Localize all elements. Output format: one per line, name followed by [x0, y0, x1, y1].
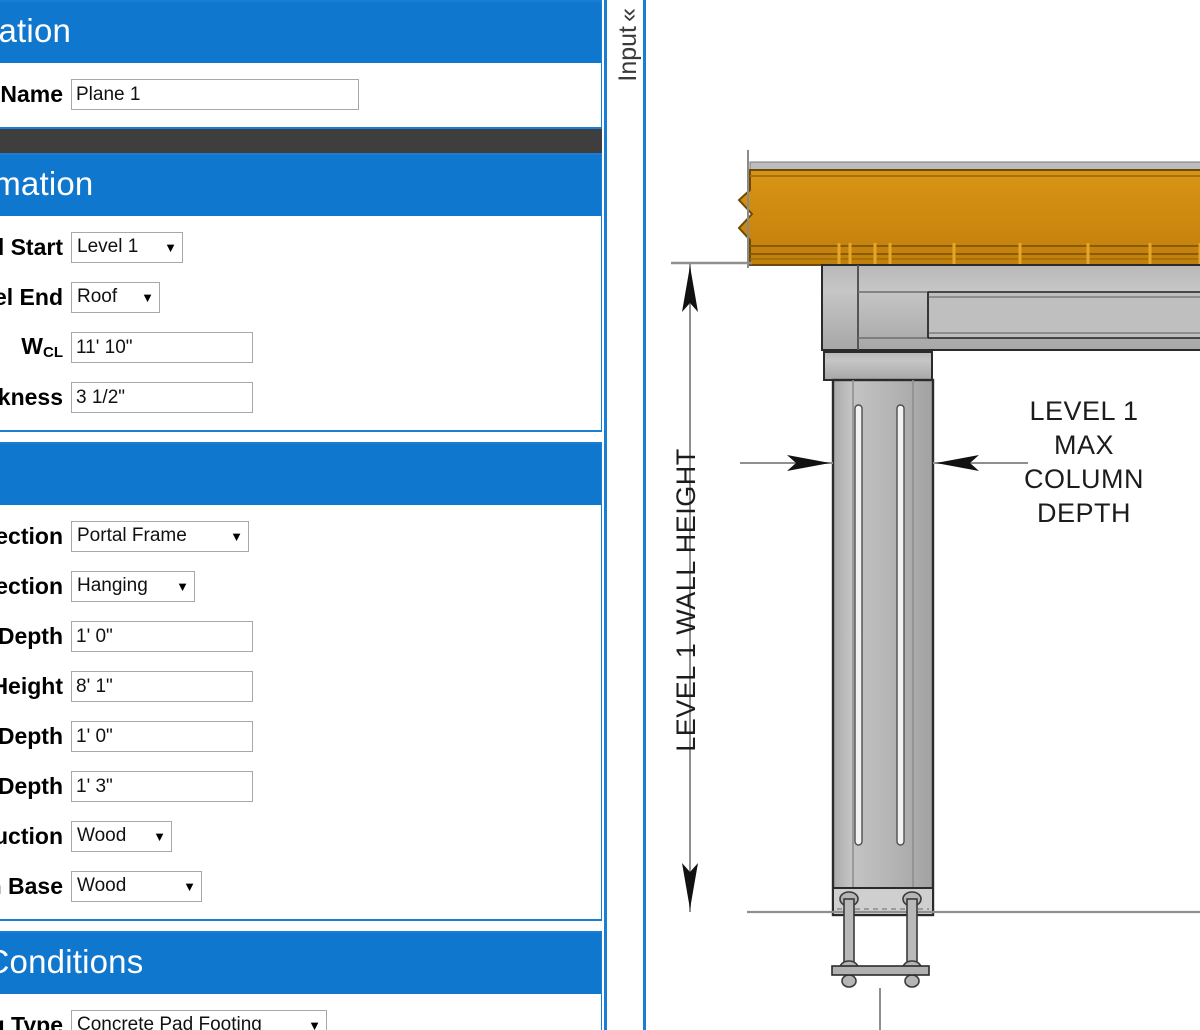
note-line-3: DEPTH	[1037, 498, 1131, 528]
field-label-column-base: Column Base	[0, 873, 71, 900]
section-level-1-information: Level 1 Information Level Start Level 1 …	[0, 153, 602, 432]
top-connection-select[interactable]: Portal Frame ▼	[71, 521, 249, 552]
max-column-depth-input[interactable]: 1' 0"	[71, 721, 253, 752]
chevron-down-icon: ▼	[183, 880, 196, 893]
field-label-wcl-main: W	[21, 333, 43, 359]
field-label-level-start: Level Start	[0, 234, 71, 261]
column-base-value: Wood	[77, 875, 136, 897]
top-connection-value: Portal Frame	[77, 525, 197, 547]
chevron-down-icon: ▼	[153, 830, 166, 843]
name-input[interactable]: Plane 1	[71, 79, 359, 110]
min-column-depth-input[interactable]: 1' 3"	[71, 771, 253, 802]
section-story-1: Story 1 Top Connection Portal Frame ▼ Ba…	[0, 442, 602, 921]
section-title-story-1: Story 1	[0, 444, 601, 505]
field-row-column-base: Column Base Wood ▼	[0, 861, 601, 911]
section-foundation-conditions: Foundation Conditions Footing Type Concr…	[0, 931, 602, 1030]
column	[833, 380, 933, 915]
chevron-down-icon: ▼	[164, 241, 177, 254]
field-label-construction: Construction	[0, 823, 71, 850]
panel-spacer	[0, 432, 602, 442]
input-tab-label: Input	[614, 26, 643, 82]
field-label-base-connection: Base Connection	[0, 573, 71, 600]
field-label-beam-depth: Beam Depth	[0, 623, 71, 650]
field-row-wcl: WCL 11' 10"	[0, 322, 601, 372]
field-row-level-end: Level End Roof ▼	[0, 272, 601, 322]
note-line-1: MAX	[1054, 430, 1114, 460]
wall-height-dimension-label: LEVEL 1 WALL HEIGHT	[671, 448, 701, 752]
section-body-level-1-information: Level Start Level 1 ▼ Level End Roof ▼	[0, 216, 601, 430]
field-label-wcl-subscript: CL	[43, 344, 63, 361]
detail-drawing-canvas[interactable]: LEVEL 1 WALL HEIGHT LEVEL 1 MAX COLUMN D…	[647, 0, 1200, 1030]
field-row-wall-height: Wall Height 8' 1"	[0, 661, 601, 711]
wall-height-input[interactable]: 8' 1"	[71, 671, 253, 702]
construction-value: Wood	[77, 825, 136, 847]
note-line-2: COLUMN	[1024, 464, 1144, 494]
column-base-select[interactable]: Wood ▼	[71, 871, 202, 902]
note-line-0: LEVEL 1	[1029, 396, 1138, 426]
column-slot-right	[897, 405, 904, 845]
panel-spacer-2	[0, 921, 602, 931]
panel-divider	[0, 129, 602, 153]
level-start-value: Level 1	[77, 236, 148, 258]
field-label-wall-height: Wall Height	[0, 673, 71, 700]
section-plane-information: Plane Information Name Plane 1	[0, 0, 602, 129]
chevron-down-icon: ▼	[308, 1019, 321, 1030]
base-connection-value: Hanging	[77, 575, 158, 597]
level-end-value: Roof	[77, 286, 127, 308]
field-row-thickness: Thickness 3 1/2"	[0, 372, 601, 422]
thickness-input[interactable]: 3 1/2"	[71, 382, 253, 413]
field-row-top-connection: Top Connection Portal Frame ▼	[0, 511, 601, 561]
field-label-wcl: WCL	[0, 333, 71, 361]
column-slot-left	[855, 405, 862, 845]
field-row-footing-type: Footing Type Concrete Pad Footing ▼	[0, 1000, 601, 1030]
section-title-level-1-information: Level 1 Information	[0, 155, 601, 216]
input-panel-collapse-tab[interactable]: « Input	[604, 0, 646, 1030]
chevron-down-icon: ▼	[230, 530, 243, 543]
level-end-select[interactable]: Roof ▼	[71, 282, 160, 313]
roof-framing-shape	[739, 170, 1200, 265]
field-label-max-column-depth: Max Column Depth	[0, 723, 71, 750]
construction-select[interactable]: Wood ▼	[71, 821, 172, 852]
base-connection-select[interactable]: Hanging ▼	[71, 571, 195, 602]
field-row-min-column-depth: Min Column Depth 1' 3"	[0, 761, 601, 811]
field-label-footing-type: Footing Type	[0, 1012, 71, 1030]
field-row-level-start: Level Start Level 1 ▼	[0, 222, 601, 272]
chevron-down-icon: ▼	[141, 291, 154, 304]
field-row-base-connection: Base Connection Hanging ▼	[0, 561, 601, 611]
field-row-max-column-depth: Max Column Depth 1' 0"	[0, 711, 601, 761]
footing-type-value: Concrete Pad Footing	[77, 1014, 272, 1030]
field-label-top-connection: Top Connection	[0, 523, 71, 550]
wcl-input[interactable]: 11' 10"	[71, 332, 253, 363]
field-label-level-end: Level End	[0, 284, 71, 311]
level-start-select[interactable]: Level 1 ▼	[71, 232, 183, 263]
field-label-name: Name	[0, 81, 71, 108]
chevron-double-left-icon: «	[616, 8, 641, 22]
section-title-plane-information: Plane Information	[0, 2, 601, 63]
max-column-depth-note: LEVEL 1 MAX COLUMN DEPTH	[1024, 396, 1144, 528]
section-body-foundation-conditions: Footing Type Concrete Pad Footing ▼	[0, 994, 601, 1030]
section-body-plane-information: Name Plane 1	[0, 63, 601, 127]
structural-detail-svg: LEVEL 1 WALL HEIGHT LEVEL 1 MAX COLUMN D…	[647, 0, 1200, 1030]
field-label-thickness: Thickness	[0, 384, 71, 411]
field-label-min-column-depth: Min Column Depth	[0, 773, 71, 800]
field-row-name: Name Plane 1	[0, 69, 601, 119]
beam-depth-input[interactable]: 1' 0"	[71, 621, 253, 652]
chevron-down-icon: ▼	[176, 580, 189, 593]
input-panel: Plane Information Name Plane 1 Level 1 I…	[0, 0, 602, 1030]
column-cap-plate	[824, 352, 932, 380]
footing-type-select[interactable]: Concrete Pad Footing ▼	[71, 1010, 327, 1030]
section-body-story-1: Top Connection Portal Frame ▼ Base Conne…	[0, 505, 601, 919]
field-row-construction: Construction Wood ▼	[0, 811, 601, 861]
field-row-beam-depth: Beam Depth 1' 0"	[0, 611, 601, 661]
section-title-foundation-conditions: Foundation Conditions	[0, 933, 601, 994]
